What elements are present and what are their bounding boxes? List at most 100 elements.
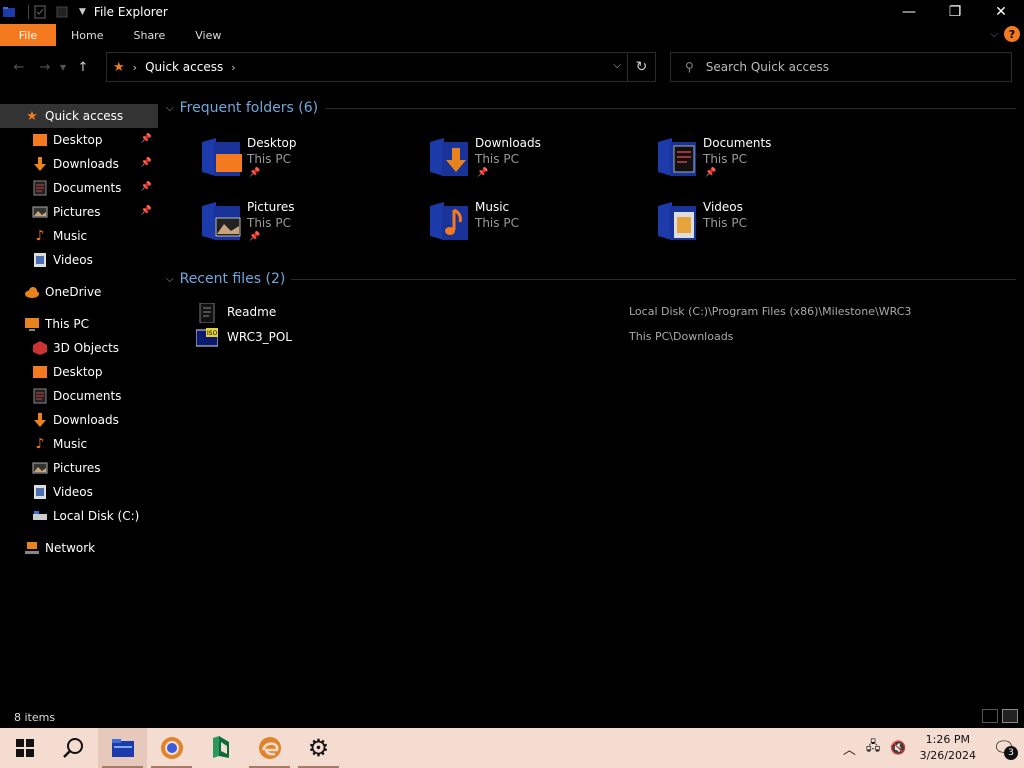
sidebar-item-pc-documents[interactable]: Documents (0, 384, 158, 408)
chevron-up-icon[interactable]: ︿ (843, 739, 856, 758)
folder-tile-music[interactable]: Music This PC (386, 196, 606, 252)
group-divider (291, 279, 1016, 280)
customize-toolbar-icon[interactable]: ▼ (79, 7, 86, 17)
folder-location: This PC (475, 216, 519, 230)
folder-location: This PC (475, 152, 519, 166)
music-icon: ♪ (35, 228, 45, 244)
sidebar-item-network[interactable]: Network (0, 536, 158, 560)
taskbar-file-explorer[interactable] (98, 728, 147, 768)
properties-icon[interactable] (33, 5, 47, 19)
quick-access-star-icon: ★ (113, 59, 125, 75)
sidebar-item-music[interactable]: ♪ Music (0, 224, 158, 248)
search-input[interactable] (705, 60, 986, 74)
taskbar-chrome[interactable] (147, 728, 196, 768)
close-button[interactable]: ✕ (978, 0, 1024, 24)
breadcrumb-chevron-icon[interactable]: › (231, 61, 235, 74)
address-bar[interactable]: ★ › Quick access › ⌵ ↻ (106, 52, 656, 82)
recent-files-header[interactable]: ⌵ Recent files (2) (166, 269, 1016, 289)
item-count: 8 items (14, 710, 56, 724)
folder-name: Videos (703, 200, 743, 214)
tab-home[interactable]: Home (56, 24, 118, 46)
folder-tile-downloads[interactable]: Downloads This PC 📌 (386, 132, 606, 188)
group-title: Recent files (2) (179, 271, 286, 287)
tab-file[interactable]: File (0, 24, 56, 46)
sidebar-item-label: Pictures (53, 205, 101, 219)
folder-location: This PC (703, 152, 747, 166)
folder-tile-desktop[interactable]: Desktop This PC 📌 (158, 132, 378, 188)
pin-icon[interactable]: 📌 (141, 206, 152, 216)
ribbon-controls: ⌵ ? (990, 26, 1020, 42)
maximize-button[interactable]: ❐ (932, 0, 978, 24)
folder-tile-pictures[interactable]: Pictures This PC 📌 (158, 196, 378, 252)
help-icon[interactable]: ? (1004, 26, 1020, 42)
breadcrumb-chevron-icon[interactable]: › (133, 61, 137, 74)
sidebar-item-label: Network (45, 541, 96, 555)
recent-file-row[interactable]: Readme Local Disk (C:)\Program Files (x8… (158, 301, 1024, 325)
sidebar-item-onedrive[interactable]: OneDrive (0, 280, 158, 304)
navigation-pane: ★ Quick access Desktop 📌 Downloads 📌 Doc… (0, 104, 158, 704)
taskbar-settings[interactable]: ⚙ (294, 728, 343, 768)
sidebar-item-pictures[interactable]: Pictures 📌 (0, 200, 158, 224)
sidebar-item-pc-desktop[interactable]: Desktop (0, 360, 158, 384)
view-switcher (982, 709, 1018, 723)
sidebar-item-pc-downloads[interactable]: Downloads (0, 408, 158, 432)
folder-tile-documents[interactable]: Documents This PC 📌 (614, 132, 834, 188)
up-button[interactable]: ↑ (72, 56, 94, 78)
start-button[interactable] (0, 728, 49, 768)
tab-view[interactable]: View (180, 24, 236, 46)
sidebar-item-label: Downloads (53, 157, 119, 171)
back-button[interactable]: ← (8, 56, 30, 78)
notification-count-badge: 3 (1004, 746, 1018, 760)
details-view-button[interactable] (982, 709, 998, 723)
sidebar-item-this-pc[interactable]: This PC (0, 312, 158, 336)
pin-icon[interactable]: 📌 (141, 134, 152, 144)
sidebar-item-label: Downloads (53, 413, 119, 427)
forward-button[interactable]: → (34, 56, 56, 78)
sidebar-item-downloads[interactable]: Downloads 📌 (0, 152, 158, 176)
folder-name: Downloads (475, 136, 541, 150)
taskbar-edge[interactable] (245, 728, 294, 768)
search-taskbar-button[interactable] (49, 728, 98, 768)
pictures-icon (32, 462, 48, 474)
collapse-chevron-icon[interactable]: ⌵ (166, 274, 174, 285)
refresh-button[interactable]: ↻ (627, 53, 655, 81)
sidebar-item-pc-videos[interactable]: Videos (0, 480, 158, 504)
desktop-icon (33, 134, 47, 146)
sidebar-item-quick-access[interactable]: ★ Quick access (0, 104, 158, 128)
recent-locations-button[interactable]: ▼ (56, 56, 70, 78)
minimize-button[interactable]: — (886, 0, 932, 24)
sidebar-item-pc-pictures[interactable]: Pictures (0, 456, 158, 480)
pin-icon[interactable]: 📌 (141, 182, 152, 192)
clock[interactable]: 1:26 PM 3/26/2024 (920, 732, 976, 764)
file-explorer-icon[interactable] (2, 5, 16, 19)
sidebar-item-local-disk[interactable]: Local Disk (C:) (0, 504, 158, 528)
folder-tile-videos[interactable]: Videos This PC (614, 196, 834, 252)
taskbar-app[interactable] (196, 728, 245, 768)
sidebar-item-3d-objects[interactable]: 3D Objects (0, 336, 158, 360)
breadcrumb-quick-access[interactable]: Quick access (145, 60, 223, 74)
action-center-button[interactable]: 🗨 3 (990, 734, 1018, 762)
tab-share[interactable]: Share (118, 24, 180, 46)
sidebar-item-videos[interactable]: Videos (0, 248, 158, 272)
clock-time: 1:26 PM (925, 733, 970, 746)
pin-icon[interactable]: 📌 (141, 158, 152, 168)
large-icons-view-button[interactable] (1002, 709, 1018, 723)
new-folder-icon[interactable] (55, 5, 69, 19)
expand-ribbon-icon[interactable]: ⌵ (990, 29, 998, 40)
gear-icon: ⚙ (307, 734, 330, 762)
search-box[interactable]: ⚲ (670, 52, 1012, 82)
sidebar-item-desktop[interactable]: Desktop 📌 (0, 128, 158, 152)
recent-file-row[interactable]: ISO WRC3_POL This PC\Downloads (158, 326, 1024, 350)
sidebar-item-label: OneDrive (45, 285, 102, 299)
chrome-icon (160, 737, 183, 759)
address-dropdown-icon[interactable]: ⌵ (613, 60, 621, 71)
sidebar-item-documents[interactable]: Documents 📌 (0, 176, 158, 200)
frequent-folders-header[interactable]: ⌵ Frequent folders (6) (166, 98, 1016, 118)
videos-folder-icon (658, 202, 696, 240)
file-explorer-icon (111, 739, 134, 757)
network-tray-icon[interactable]: 🖧 (866, 737, 881, 759)
collapse-chevron-icon[interactable]: ⌵ (166, 103, 174, 114)
volume-muted-icon[interactable]: 🔇 (890, 741, 906, 756)
sidebar-item-pc-music[interactable]: ♪ Music (0, 432, 158, 456)
